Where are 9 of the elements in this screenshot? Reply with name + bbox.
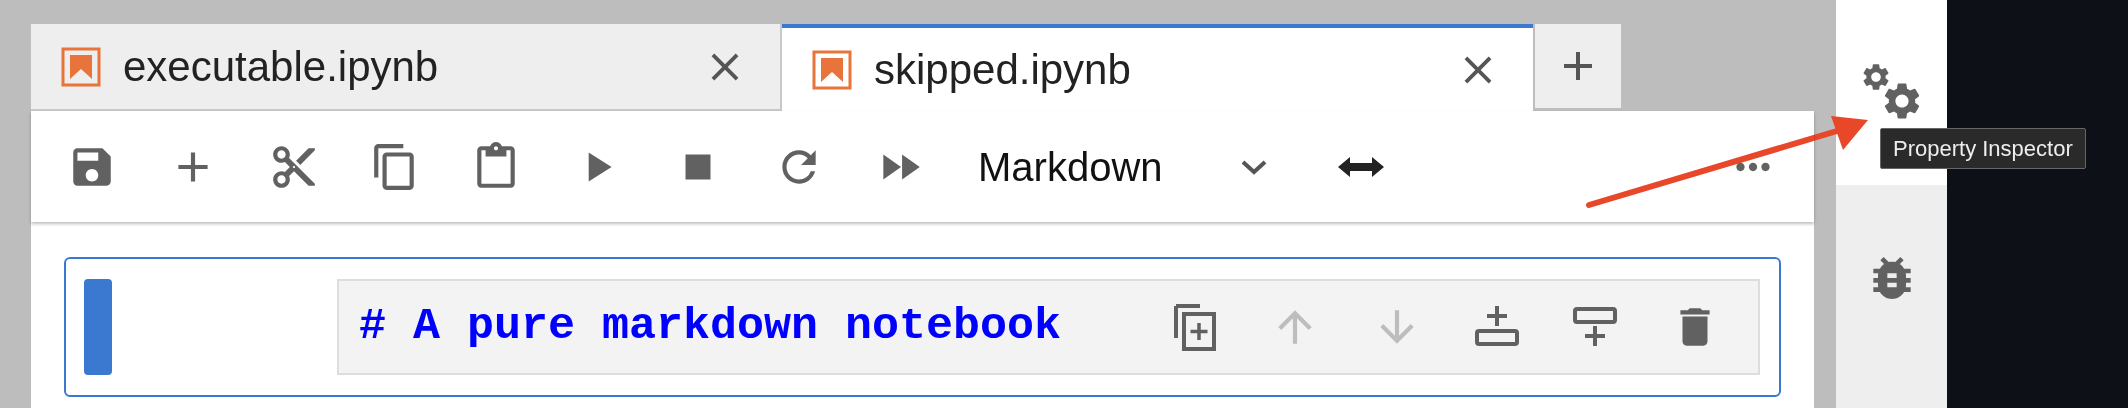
notebook-tab[interactable]: skipped.ipynb [782,24,1533,111]
tooltip: Property Inspector [1880,128,2086,169]
tab-label: skipped.ipynb [874,45,1132,95]
tab-label: executable.ipynb [123,42,440,92]
markdown-cell[interactable]: # A pure markdown notebook [64,257,1781,397]
markdown-heading: # A pure markdown notebook [359,300,1063,355]
cell-type-dropdown[interactable]: Markdown [978,136,1278,197]
cell-editor[interactable]: # A pure markdown notebook [337,279,1760,375]
notebook-tab[interactable]: executable.ipynb [31,24,782,111]
